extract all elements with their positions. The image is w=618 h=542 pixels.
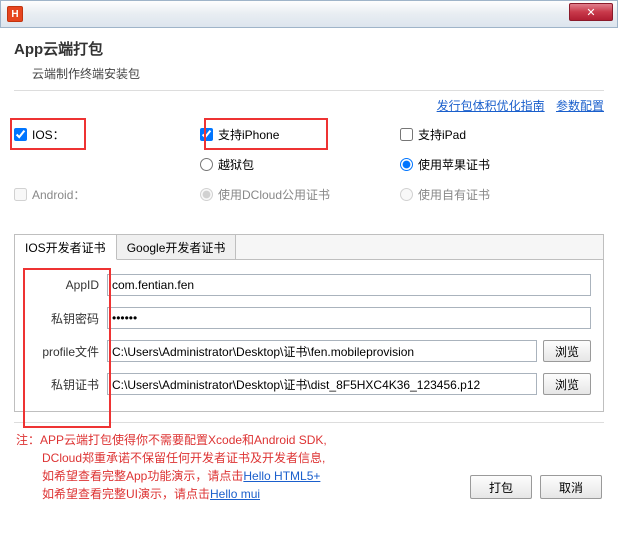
radio-apple-cert[interactable]	[400, 158, 413, 171]
app-logo-icon: H	[7, 6, 23, 22]
input-cert[interactable]	[107, 373, 537, 395]
label-ipad: 支持iPad	[418, 126, 466, 143]
checkbox-ipad[interactable]	[400, 128, 413, 141]
browse-cert-button[interactable]: 浏览	[543, 373, 591, 395]
highlight-labels	[23, 268, 111, 428]
cancel-button[interactable]: 取消	[540, 475, 602, 499]
close-button[interactable]: ✕	[569, 3, 613, 21]
cert-tabs: IOS开发者证书 Google开发者证书 AppID 私钥密码 profile文…	[14, 234, 604, 412]
pack-button[interactable]: 打包	[470, 475, 532, 499]
radio-dcloud-cert	[200, 188, 213, 201]
checkbox-android[interactable]	[14, 188, 27, 201]
input-pwd[interactable]	[107, 307, 591, 329]
browse-profile-button[interactable]: 浏览	[543, 340, 591, 362]
label-android: Android：	[32, 186, 85, 203]
label-dcloud-cert: 使用DCloud公用证书	[218, 186, 330, 203]
radio-own-cert	[400, 188, 413, 201]
titlebar: H ✕	[0, 0, 618, 28]
page-title: App云端打包	[14, 38, 604, 59]
radio-jailbreak[interactable]	[200, 158, 213, 171]
footer-note: 注：APP云端打包使得你不需要配置Xcode和Android SDK, DClo…	[16, 431, 462, 503]
input-profile[interactable]	[107, 340, 537, 362]
label-own-cert: 使用自有证书	[418, 186, 490, 203]
label-apple-cert: 使用苹果证书	[418, 156, 490, 173]
label-jailbreak: 越狱包	[218, 156, 254, 173]
link-hello-mui[interactable]: Hello mui	[210, 487, 260, 501]
link-params[interactable]: 参数配置	[556, 99, 604, 113]
highlight-iphone	[204, 118, 328, 150]
tab-google-cert[interactable]: Google开发者证书	[117, 235, 237, 260]
highlight-ios	[10, 118, 86, 150]
tab-ios-cert[interactable]: IOS开发者证书	[15, 235, 117, 260]
link-guide[interactable]: 发行包体积优化指南	[437, 99, 545, 113]
close-icon: ✕	[586, 6, 595, 19]
link-hello-html5[interactable]: Hello HTML5+	[243, 469, 320, 483]
input-appid[interactable]	[107, 274, 591, 296]
page-subtitle: 云端制作终端安装包	[32, 65, 604, 82]
